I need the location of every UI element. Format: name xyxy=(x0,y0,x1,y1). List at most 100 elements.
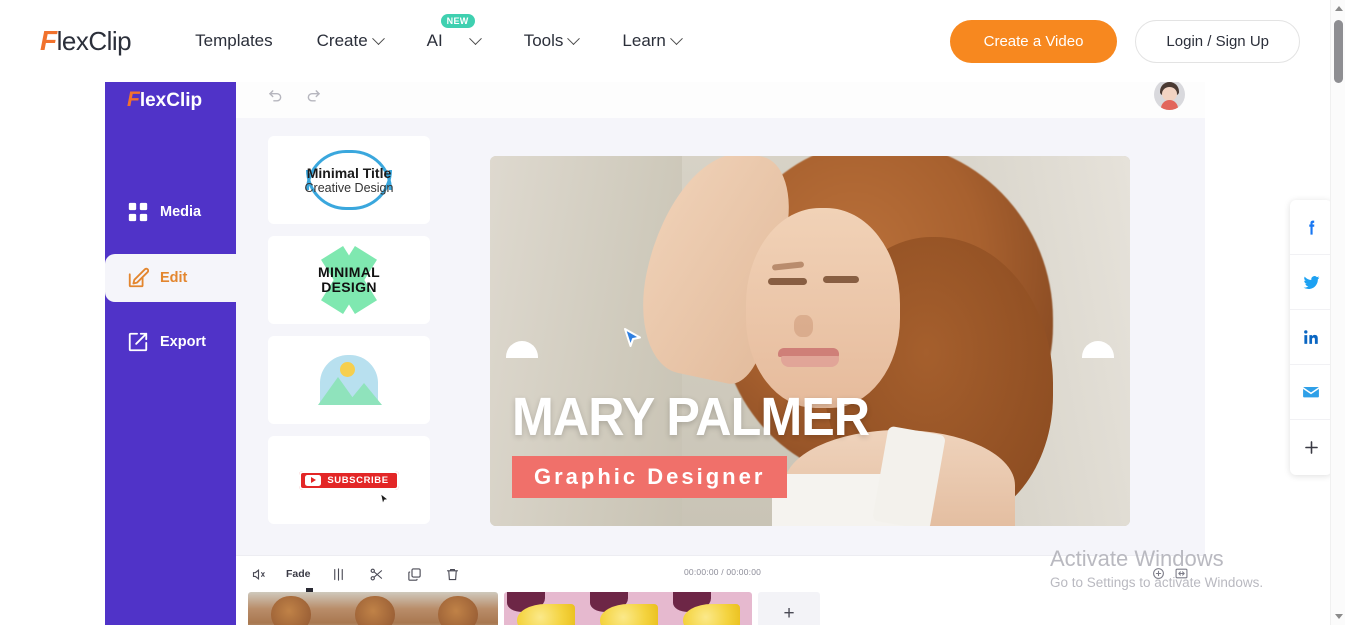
chevron-down-icon xyxy=(371,31,385,45)
timecode-display: 00:00:00 / 00:00:00 xyxy=(684,567,762,577)
scroll-up-arrow-icon[interactable] xyxy=(1334,6,1343,11)
plus-icon xyxy=(1304,441,1318,454)
nav-item-templates[interactable]: Templates xyxy=(195,31,272,51)
editor-logo-f-mark: F xyxy=(127,88,140,111)
duplicate-icon[interactable] xyxy=(405,564,425,584)
share-email-button[interactable] xyxy=(1290,365,1332,420)
thumbnail-text-block: MINIMAL DESIGN xyxy=(318,265,380,294)
external-link-icon xyxy=(127,331,149,353)
share-twitter-button[interactable] xyxy=(1290,255,1332,310)
add-clip-button[interactable]: + xyxy=(758,592,820,625)
share-linkedin-button[interactable] xyxy=(1290,310,1332,365)
login-signup-button[interactable]: Login / Sign Up xyxy=(1135,19,1300,63)
sidebar-item-media[interactable]: Media xyxy=(105,188,236,236)
avatar-body xyxy=(1161,100,1178,110)
share-facebook-button[interactable] xyxy=(1290,200,1332,255)
redo-icon[interactable] xyxy=(300,81,326,107)
sidebar-label-export: Export xyxy=(160,334,206,350)
clip-frame xyxy=(331,592,415,625)
clip-frame xyxy=(504,592,587,625)
site-header: F lexClip Templates Create NEW AI Tools … xyxy=(0,0,1330,82)
browser-scrollbar[interactable] xyxy=(1330,0,1345,625)
zoom-in-icon[interactable] xyxy=(1152,567,1165,580)
sidebar-item-export[interactable]: Export xyxy=(105,318,236,366)
fit-screen-icon[interactable] xyxy=(1175,567,1188,580)
subscribe-badge: SUBSCRIBE xyxy=(299,470,399,490)
chevron-down-icon xyxy=(670,31,683,45)
subject-nose xyxy=(794,315,814,338)
social-share-rail xyxy=(1290,200,1332,475)
nav-item-tools[interactable]: Tools xyxy=(523,31,581,51)
timeline-zoom-controls xyxy=(1152,567,1188,580)
envelope-icon xyxy=(1302,387,1320,398)
thumbnail-line1: MINIMAL xyxy=(318,264,380,281)
avatar-face xyxy=(1162,87,1177,101)
thumbnail-image-placeholder[interactable] xyxy=(268,336,430,424)
subscribe-label: SUBSCRIBE xyxy=(327,474,389,486)
mountain-shape-right xyxy=(346,383,382,405)
flexclip-logo[interactable]: F lexClip xyxy=(40,25,132,57)
twitter-icon xyxy=(1303,275,1319,289)
subject-lip-lower xyxy=(781,355,839,367)
template-thumbnail-list: Minimal Title Creative Design MINIMAL DE… xyxy=(268,136,454,536)
cursor-pointer-icon xyxy=(380,493,389,505)
user-avatar[interactable] xyxy=(1154,79,1185,110)
editor-flexclip-logo[interactable]: F lexClip xyxy=(127,88,236,112)
editor-logo-text: lexClip xyxy=(139,90,203,111)
main-nav: Templates Create NEW AI Tools Learn xyxy=(195,14,683,51)
scrollbar-thumb[interactable] xyxy=(1334,20,1343,83)
clip-frame xyxy=(586,592,670,625)
nav-label-ai: AI xyxy=(426,31,443,50)
subject-eye-right xyxy=(822,276,859,283)
thumbnail-line2: DESIGN xyxy=(321,279,377,295)
thumbnail-minimal-title[interactable]: Minimal Title Creative Design xyxy=(268,136,430,224)
preview-subtitle: Graphic Designer xyxy=(512,456,788,498)
pencil-square-icon xyxy=(127,267,150,289)
nav-item-create[interactable]: Create xyxy=(316,31,385,51)
create-a-video-button[interactable]: Create a Video xyxy=(949,19,1118,63)
trash-icon[interactable] xyxy=(443,564,463,584)
nav-item-ai[interactable]: NEW AI xyxy=(426,14,482,51)
grid-icon xyxy=(127,201,149,223)
clip-frame xyxy=(669,592,752,625)
blue-cursor-icon xyxy=(624,328,641,347)
video-editor-embed: F lexClip Media Edit Export Minimal Titl… xyxy=(105,70,1205,625)
nav-label-templates: Templates xyxy=(195,31,273,50)
timeline-clip-girl[interactable] xyxy=(248,592,498,625)
chevron-down-icon xyxy=(567,31,581,45)
youtube-play-icon xyxy=(305,474,322,486)
timeline-track[interactable]: + xyxy=(248,588,820,625)
facebook-icon xyxy=(1308,220,1314,235)
thumbnail-minimal-design[interactable]: MINIMAL DESIGN xyxy=(268,236,430,324)
scroll-down-arrow-icon[interactable] xyxy=(1334,614,1343,619)
thumbnail-subscribe-button[interactable]: SUBSCRIBE xyxy=(268,436,430,524)
subject-face xyxy=(746,207,900,408)
sidebar-label-edit: Edit xyxy=(160,270,188,286)
sidebar-item-edit[interactable]: Edit xyxy=(105,254,245,302)
clip-frame xyxy=(248,592,332,625)
timeline-clip-lemon[interactable] xyxy=(504,592,752,625)
fade-button[interactable]: Fade xyxy=(286,568,311,580)
nav-item-learn[interactable]: Learn xyxy=(622,31,683,51)
header-actions: Create a Video Login / Sign Up xyxy=(949,19,1300,63)
video-preview-stage[interactable]: MARY PALMER Graphic Designer xyxy=(490,156,1130,526)
new-badge: NEW xyxy=(440,14,475,28)
undo-icon[interactable] xyxy=(262,81,288,107)
video-preview-frame: MARY PALMER Graphic Designer xyxy=(490,156,1130,526)
thumbnail-title: Minimal Title xyxy=(306,164,392,181)
sun-shape xyxy=(340,362,355,377)
mountain-image-icon xyxy=(318,355,382,405)
mute-icon[interactable] xyxy=(248,564,268,584)
logo-f-mark: F xyxy=(40,25,57,56)
linkedin-icon xyxy=(1303,329,1318,344)
subject-eye-left xyxy=(768,278,807,285)
split-icon[interactable] xyxy=(329,564,349,584)
nav-label-tools: Tools xyxy=(523,31,564,50)
share-more-button[interactable] xyxy=(1290,420,1332,475)
preview-title: MARY PALMER xyxy=(512,387,870,447)
scissors-icon[interactable] xyxy=(367,564,387,584)
nav-label-create: Create xyxy=(316,31,368,50)
nav-label-learn: Learn xyxy=(622,31,666,50)
thumbnail-subtitle: Creative Design xyxy=(304,181,394,196)
sidebar-label-media: Media xyxy=(160,204,202,220)
